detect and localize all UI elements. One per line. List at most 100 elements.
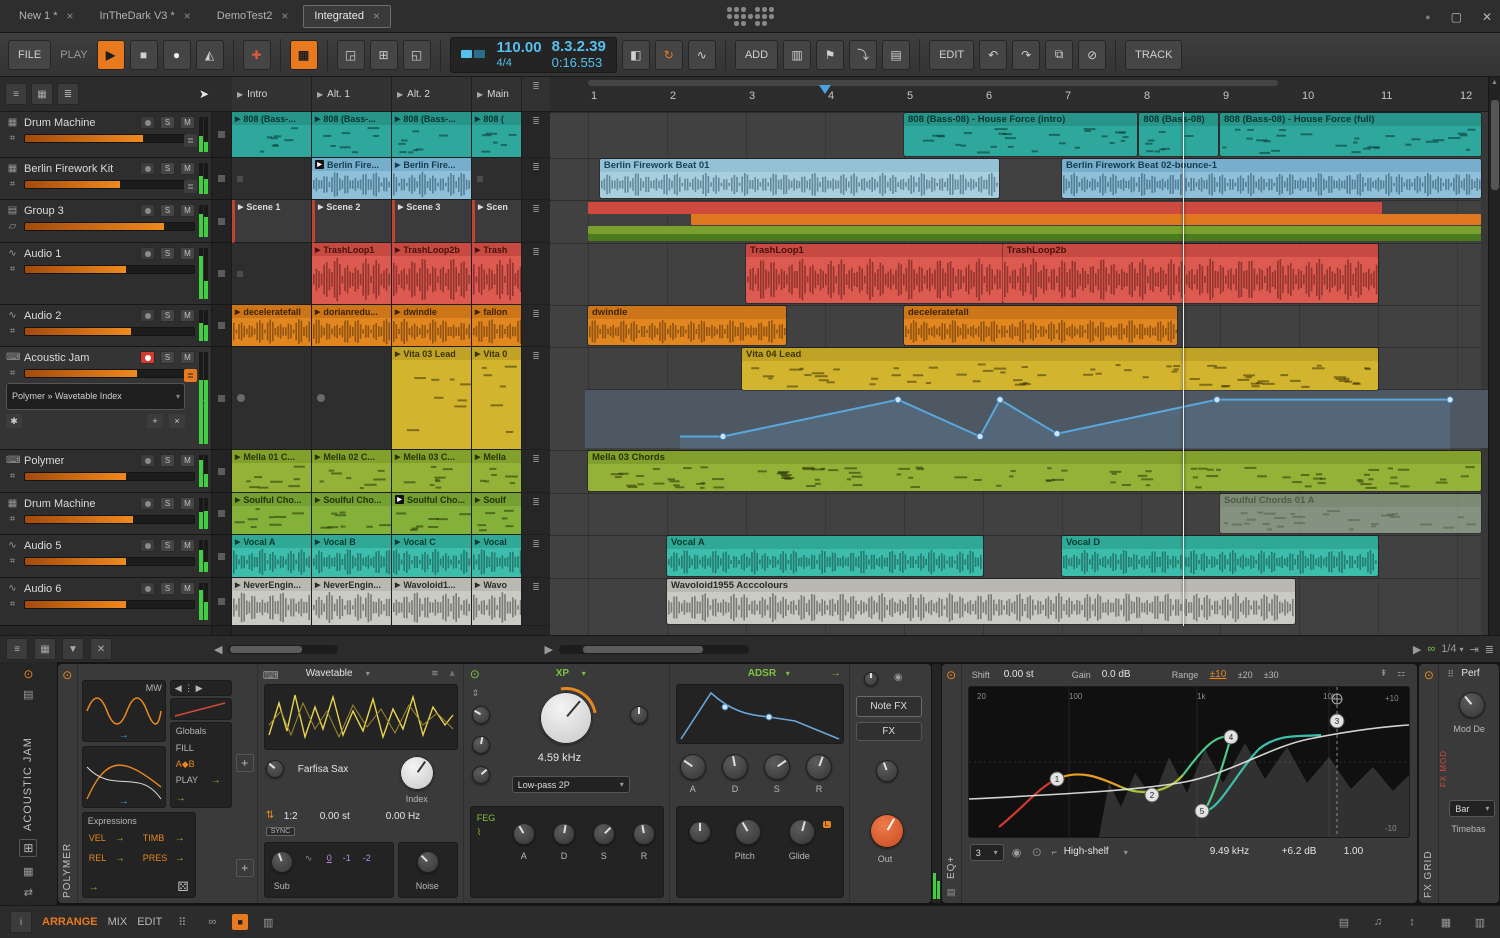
arranger-clip[interactable]: TrashLoop2b [1002,244,1378,303]
clip-slot[interactable]: ▶ Soulf [472,493,522,535]
clip-slot[interactable]: ▶ Vocal C [392,535,472,578]
clip-play-icon[interactable]: ▶ [315,496,320,504]
clip-slot[interactable]: ▶ NeverEngin... [232,578,312,626]
track-volume-slider[interactable] [24,557,195,566]
clip-slot[interactable]: ▶ Soulful Cho... [312,493,392,535]
clear-selection-icon[interactable]: ✕ [90,638,112,660]
env-caret-icon[interactable]: ▾ [786,669,790,678]
clip-slot[interactable]: ▶ TrashLoop1 [312,243,392,305]
eq-band-type[interactable]: High-shelf [1064,846,1109,857]
envelope-display[interactable] [675,684,844,744]
arranger-clip[interactable]: TrashLoop1 [746,244,1003,303]
record-arm-button[interactable] [140,116,155,129]
grid-options-icon[interactable]: ≣ [1485,643,1494,656]
env-route-icon[interactable]: → [831,668,841,679]
mod-depth-knob[interactable] [1459,692,1486,718]
clip-play-icon[interactable]: ▶ [315,538,320,546]
scroll-up-icon[interactable]: ▲ [1491,79,1498,86]
noise-knob[interactable] [416,851,439,873]
clip-slot[interactable]: ▶ 808 (Bass-... [392,112,472,158]
io-routing-icon[interactable]: ⇄ [24,886,33,899]
project-tab[interactable]: DemoTest2 × [206,5,300,28]
add-device-button[interactable]: ⊞ [19,839,38,857]
automation-curve[interactable] [585,390,1488,449]
groove-button[interactable]: ∿ [687,39,716,70]
filter-mod1-knob[interactable] [471,706,490,724]
env-d-knob[interactable] [721,754,748,780]
mix-view-button[interactable]: MIX [108,916,128,928]
mute-button[interactable]: M [180,162,195,175]
clip-play-icon[interactable]: ▶ [475,115,480,123]
grid-view-icon[interactable]: ▦ [31,83,53,105]
zoom-level[interactable]: 1/4 [1441,643,1456,655]
clip-slot[interactable]: ▶ 808 ( [472,112,522,158]
record-arm-button[interactable] [140,309,155,322]
arranger-clip[interactable]: 808 (Bass-08) - House Force (full) [1220,113,1481,156]
device-layers-icon[interactable]: ▦ [23,865,33,878]
launcher-row-menu-icon[interactable]: ≣ [522,243,550,305]
track-name[interactable]: Audio 2 [24,310,135,322]
osc-semitones[interactable]: 0.00 st [320,811,350,822]
remove-modulator-button[interactable]: × [169,414,185,428]
arranger-clip[interactable]: Mella 03 Chords [588,451,1481,491]
index-knob[interactable] [399,756,434,790]
clip-play-icon[interactable]: ▶ [475,581,480,589]
timeline-ruler[interactable]: 1 2 3 4 5 6 7 8 9 10 11 12 [550,77,1488,112]
arranger-vertical-scrollbar[interactable]: ▲ [1488,77,1500,635]
clip-play-icon[interactable]: ▶ [235,538,240,546]
clip-slot[interactable]: ▶ fallon [472,305,522,347]
eq-band-gain[interactable]: +6.2 dB [1282,846,1317,857]
clip-slot[interactable]: ▶ NeverEngin... [312,578,392,626]
track-menu-icon[interactable]: ≣ [184,369,197,382]
clip-slot[interactable] [232,158,312,200]
mixer-panel-icon[interactable]: ▥ [1470,912,1490,932]
launcher-row-menu-icon[interactable]: ≣ [522,578,550,626]
osc-ratio[interactable]: 1:2 [284,811,298,822]
eq-type-caret-icon[interactable]: ▾ [1124,848,1128,857]
eq-band-power-icon[interactable]: ⊙ [1032,846,1042,858]
edit-view-button[interactable]: EDIT [137,916,162,928]
clip-slot[interactable]: ▶ Scene 2 [312,200,392,243]
globals-module[interactable]: Globals FILL A◆B PLAY → → [169,722,232,808]
arranger-toggle-icon[interactable]: ▥ [258,912,278,932]
filter-cutoff-value[interactable]: 4.59 kHz [538,752,581,764]
clip-slot[interactable]: ▶ Mella 01 C... [232,450,312,493]
insert-bars-button[interactable]: ▥ [783,39,812,70]
eq-adapt-icon[interactable]: ⇞ [1380,668,1388,679]
clip-slot[interactable]: ▶ Soulful Cho... [232,493,312,535]
track-menu-icon[interactable]: ≣ [184,134,197,147]
launcher-row-menu-icon[interactable]: ≣ [522,347,550,450]
solo-button[interactable]: S [160,162,175,175]
clip-slot[interactable]: ▶ Berlin Fire... [392,158,472,200]
clip-slot[interactable]: ▶ 808 (Bass-... [232,112,312,158]
vel-arrow-icon[interactable]: → [115,833,125,844]
clip-slot[interactable]: ▶ 808 (Bass-... [312,112,392,158]
record-button[interactable]: ● [162,39,191,70]
zoom-caret-icon[interactable]: ▾ [1460,645,1464,654]
scene-play-icon[interactable]: ▶ [477,90,483,99]
pitch-knob[interactable] [734,819,761,845]
arrange-view-button[interactable]: ARRANGE [42,916,98,928]
pointer-tool-icon[interactable]: ➤ [199,87,209,101]
dice-icon[interactable]: ⚄ [177,879,188,895]
scene-header[interactable]: ▶ Main [472,77,522,111]
velocity-knob[interactable] [875,760,898,782]
arranger-clip[interactable]: Vita 04 Lead [742,348,1378,390]
track-menu-icon[interactable]: ≣ [184,180,197,193]
launcher-row-menu-icon[interactable]: ≣ [522,305,550,347]
record-arm-button[interactable] [140,162,155,175]
track-power-icon[interactable]: ⊙ [23,668,33,680]
timb-arrow-icon[interactable]: → [175,833,185,844]
launcher-row-menu-icon[interactable]: ≣ [522,450,550,493]
mod-route-icon[interactable]: → [119,730,129,741]
add-menu-button[interactable]: ADD [734,39,779,70]
clip-play-icon[interactable]: ▶ [475,350,480,358]
arranger-timeline[interactable]: 808 (Bass-08) - House Force (intro) 808 (… [550,77,1488,635]
clip-slot[interactable]: ▶ Scene 1 [232,200,312,243]
launcher-row-menu-icon[interactable]: ≣ [522,112,550,158]
launcher-scrollbar[interactable] [228,644,339,654]
clip-stop-button[interactable] [212,450,231,493]
track-row[interactable]: ▦ Drum Machine S M ⌗ [0,493,211,535]
clip-slot[interactable]: ▶ Vocal B [312,535,392,578]
filter-title[interactable]: XP [556,668,569,679]
